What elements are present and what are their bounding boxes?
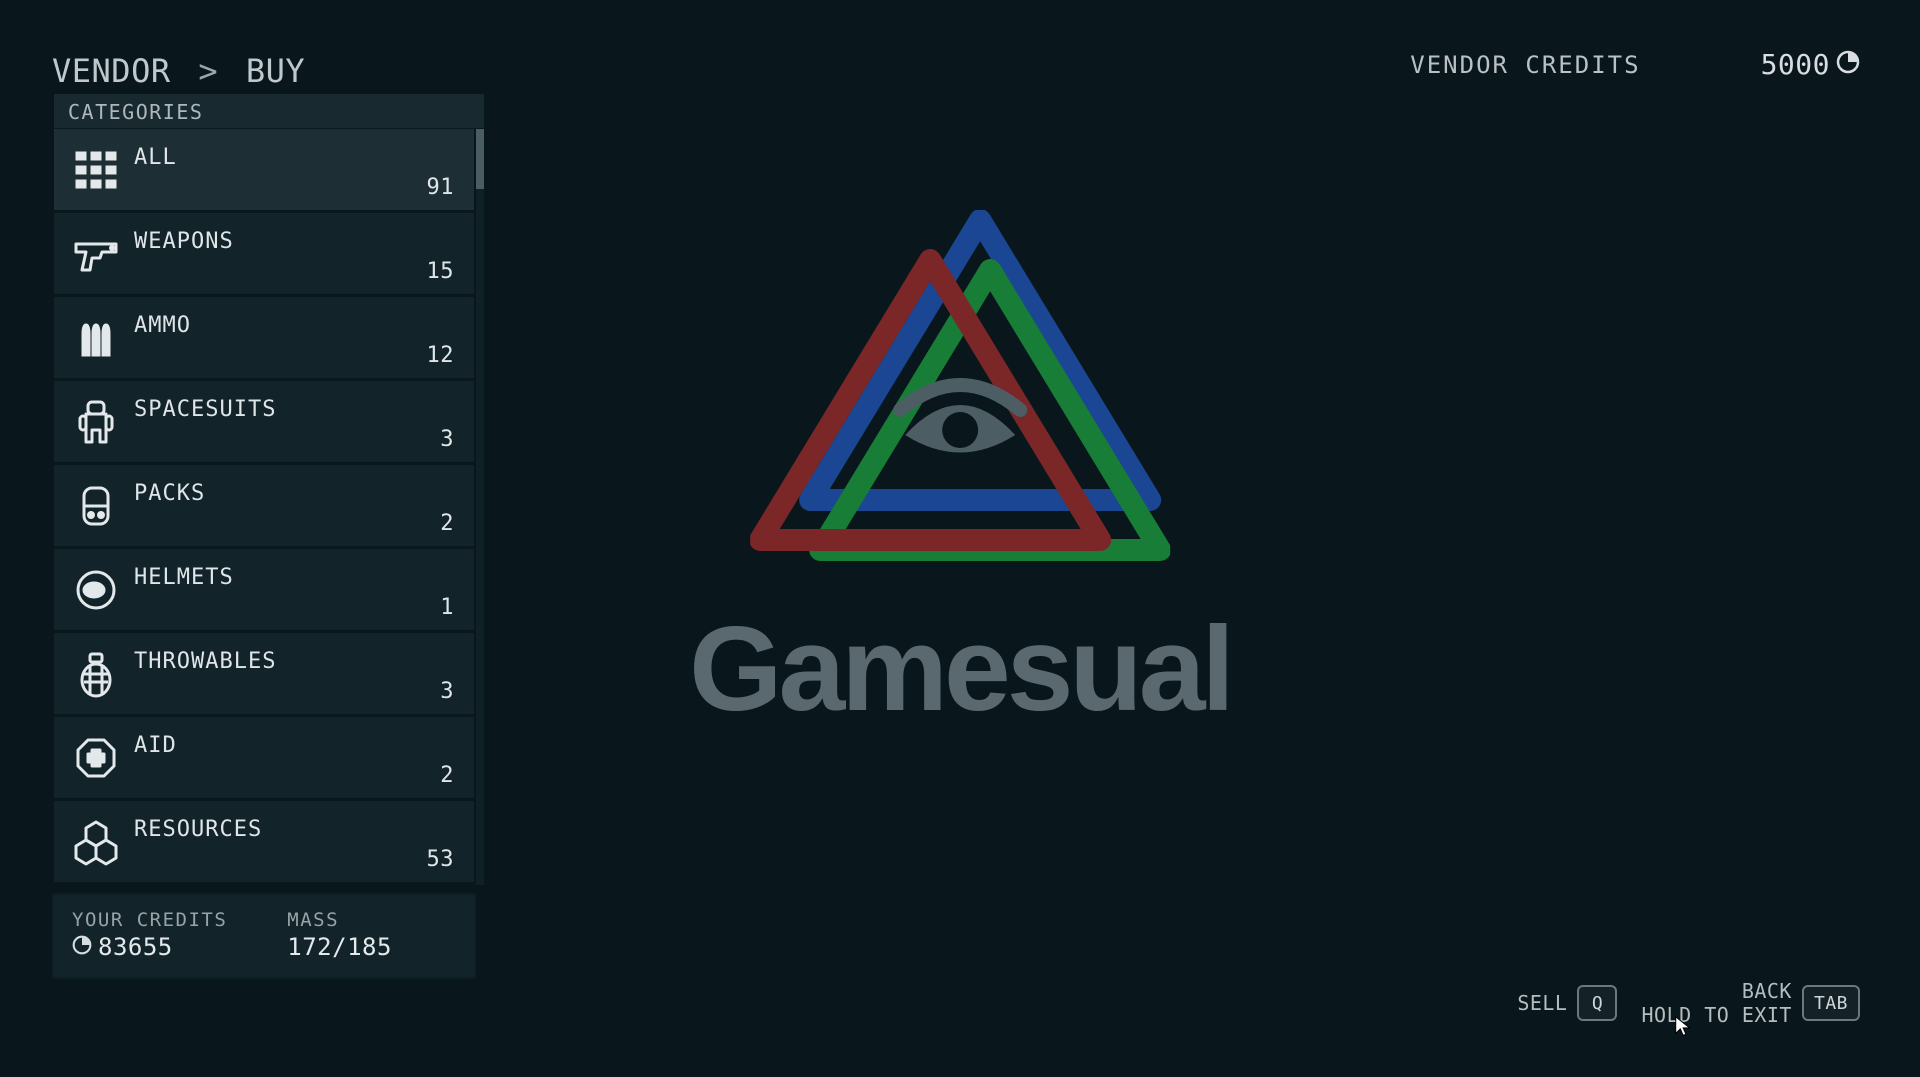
category-weapons[interactable]: WEAPONS 15 <box>54 213 474 297</box>
scrollbar-thumb[interactable] <box>476 129 484 189</box>
category-label: WEAPONS <box>134 229 234 254</box>
category-ammo[interactable]: AMMO 12 <box>54 297 474 381</box>
player-stats: YOUR CREDITS 83655 MASS 172/185 <box>54 895 474 977</box>
pistol-icon <box>66 227 126 281</box>
grid-icon <box>66 143 126 197</box>
category-label: THROWABLES <box>134 649 276 674</box>
pack-icon <box>66 479 126 533</box>
helmet-icon <box>66 563 126 617</box>
category-label: AMMO <box>134 313 191 338</box>
category-spacesuits[interactable]: SPACESUITS 3 <box>54 381 474 465</box>
category-count: 12 <box>427 343 455 368</box>
vendor-credits-label: VENDOR CREDITS <box>1410 51 1640 79</box>
key-tab: TAB <box>1802 985 1860 1021</box>
category-count: 91 <box>427 175 455 200</box>
stat-credits-label: YOUR CREDITS <box>72 909 227 931</box>
stat-mass-value: 172/185 <box>287 933 392 961</box>
category-count: 2 <box>440 763 454 788</box>
stat-mass: MASS 172/185 <box>287 909 392 961</box>
category-resources[interactable]: RESOURCES 53 <box>54 801 474 885</box>
category-panel: CATEGORIES ALL 91 <box>54 94 484 977</box>
breadcrumb-buy: BUY <box>246 52 305 90</box>
breadcrumb: VENDOR > BUY <box>52 52 305 90</box>
hint-sell[interactable]: SELL Q <box>1517 985 1617 1021</box>
category-label: PACKS <box>134 481 205 506</box>
stat-mass-label: MASS <box>287 909 392 931</box>
category-helmets[interactable]: HELMETS 1 <box>54 549 474 633</box>
watermark-logo: Gamesual <box>689 210 1231 738</box>
stat-credits: YOUR CREDITS 83655 <box>72 909 227 961</box>
hint-back-label: BACK <box>1742 979 1792 1003</box>
breadcrumb-vendor: VENDOR <box>52 52 171 90</box>
category-count: 53 <box>427 847 455 872</box>
resources-icon <box>66 815 126 869</box>
watermark-text: Gamesual <box>689 600 1231 738</box>
credits-icon <box>72 933 92 961</box>
category-label: AID <box>134 733 177 758</box>
category-label: HELMETS <box>134 565 234 590</box>
category-count: 1 <box>440 595 454 620</box>
triangle-eye-icon <box>750 210 1170 590</box>
category-count: 2 <box>440 511 454 536</box>
category-label: ALL <box>134 145 177 170</box>
category-throwables[interactable]: THROWABLES 3 <box>54 633 474 717</box>
category-packs[interactable]: PACKS 2 <box>54 465 474 549</box>
category-label: RESOURCES <box>134 817 262 842</box>
category-list: ALL 91 WEAPONS 15 AMMO <box>54 129 484 885</box>
ammo-icon <box>66 311 126 365</box>
breadcrumb-separator: > <box>198 52 218 90</box>
vendor-credits-amount: 5000 <box>1761 48 1860 81</box>
category-count: 3 <box>440 427 454 452</box>
grenade-icon <box>66 647 126 701</box>
hint-back-labels: BACK HOLD TO EXIT <box>1641 979 1792 1027</box>
category-all[interactable]: ALL 91 <box>54 129 474 213</box>
category-count: 15 <box>427 259 455 284</box>
stat-credits-value: 83655 <box>72 933 227 961</box>
aid-icon <box>66 731 126 785</box>
category-count: 3 <box>440 679 454 704</box>
hint-sell-label: SELL <box>1517 991 1567 1015</box>
cursor-icon <box>1673 1015 1695 1037</box>
key-q: Q <box>1577 985 1617 1021</box>
categories-header: CATEGORIES <box>54 94 484 129</box>
credits-icon <box>1836 48 1860 81</box>
vendor-credits: VENDOR CREDITS 5000 <box>1410 48 1860 81</box>
spacesuit-icon <box>66 395 126 449</box>
vendor-credits-value: 5000 <box>1761 48 1830 81</box>
category-label: SPACESUITS <box>134 397 276 422</box>
hint-hold-label: HOLD TO EXIT <box>1641 1003 1792 1027</box>
scrollbar[interactable] <box>476 129 484 885</box>
category-aid[interactable]: AID 2 <box>54 717 474 801</box>
